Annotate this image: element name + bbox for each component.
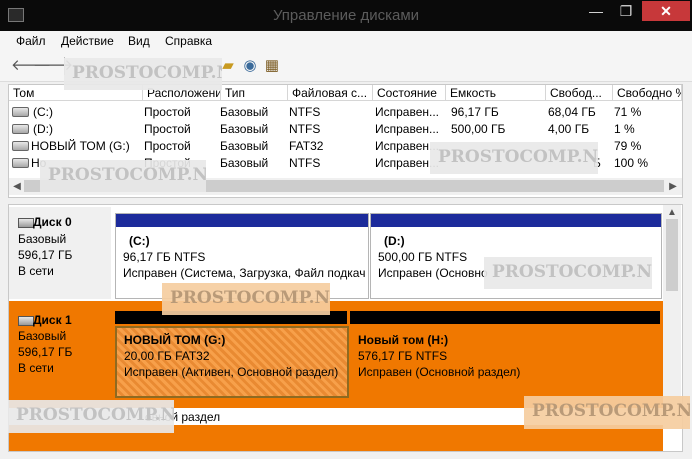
- title-bar: Управление дисками — ❐ ✕: [0, 0, 692, 31]
- watermark: PROSTOCOMP.NET: [40, 160, 206, 192]
- back-arrow-icon[interactable]: 🡐: [11, 57, 51, 75]
- disk-status: В сети: [18, 264, 54, 278]
- drive-icon: [12, 107, 29, 117]
- partition-h[interactable]: Новый том (H:) 576,17 ГБ NTFS Исправен (…: [350, 326, 662, 398]
- menu-view[interactable]: Вид: [128, 34, 150, 48]
- disk-management-window: Управление дисками — ❐ ✕ Файл Действие В…: [0, 0, 692, 459]
- scroll-left-icon[interactable]: ◀: [10, 179, 24, 194]
- drive-icon: [12, 141, 29, 151]
- forward-arrow-icon[interactable]: 🡒: [33, 57, 73, 75]
- scrollbar-thumb[interactable]: [666, 219, 678, 291]
- partition-h-bar: [350, 311, 660, 324]
- partition-g[interactable]: НОВЫЙ ТОМ (G:) 20,00 ГБ FAT32 Исправен (…: [115, 326, 349, 398]
- watermark: PROSTOCOMP.NET: [484, 257, 652, 289]
- table-row[interactable]: (C:) Простой Базовый NTFS Исправен... 96…: [9, 103, 682, 120]
- disk-1-info[interactable]: Диск 1 Базовый 596,17 ГБ В сети: [9, 302, 111, 398]
- disk-size: 596,17 ГБ: [18, 248, 73, 262]
- menu-help[interactable]: Справка: [165, 34, 212, 48]
- column-header-free-percent[interactable]: Свободно %: [613, 85, 682, 101]
- properties-icon[interactable]: ▦: [263, 57, 281, 75]
- menu-bar: Файл Действие Вид Справка: [0, 31, 692, 51]
- column-header-free[interactable]: Свобод...: [546, 85, 613, 101]
- disk-type: Базовый: [18, 329, 67, 343]
- column-header-status[interactable]: Состояние: [373, 85, 446, 101]
- column-header-filesystem[interactable]: Файловая с...: [288, 85, 373, 101]
- maximize-button[interactable]: ❐: [612, 1, 640, 21]
- menu-action[interactable]: Действие: [61, 34, 114, 48]
- disk-name: Диск 0: [33, 215, 72, 229]
- watermark: PROSTOCOMP.NET: [430, 142, 598, 174]
- drive-icon: [12, 124, 29, 134]
- close-button[interactable]: ✕: [642, 1, 690, 21]
- vertical-scrollbar[interactable]: ▲: [663, 205, 681, 405]
- disk-0-info[interactable]: Диск 0 Базовый 596,17 ГБ В сети: [9, 207, 111, 299]
- disk-name: Диск 1: [33, 313, 72, 327]
- primary-partition-bar: [371, 214, 661, 227]
- scroll-up-icon[interactable]: ▲: [665, 205, 679, 220]
- table-row[interactable]: (D:) Простой Базовый NTFS Исправен... 50…: [9, 120, 682, 137]
- disk-size: 596,17 ГБ: [18, 345, 73, 359]
- drive-icon: [12, 158, 29, 168]
- primary-partition-bar: [116, 214, 368, 227]
- column-header-capacity[interactable]: Емкость: [446, 85, 546, 101]
- watermark: PROSTOCOMP.NET: [64, 58, 222, 90]
- column-header-type[interactable]: Тип: [221, 85, 288, 101]
- disk-type: Базовый: [18, 232, 67, 246]
- minimize-button[interactable]: —: [582, 1, 610, 21]
- watermark: PROSTOCOMP.NET: [8, 400, 174, 433]
- watermark: PROSTOCOMP.NET: [524, 396, 690, 429]
- scroll-right-icon[interactable]: ▶: [666, 179, 680, 194]
- watermark: PROSTOCOMP.NET: [162, 283, 330, 315]
- menu-file[interactable]: Файл: [16, 34, 46, 48]
- search-icon[interactable]: ◉: [241, 57, 259, 75]
- disk-status: В сети: [18, 361, 54, 375]
